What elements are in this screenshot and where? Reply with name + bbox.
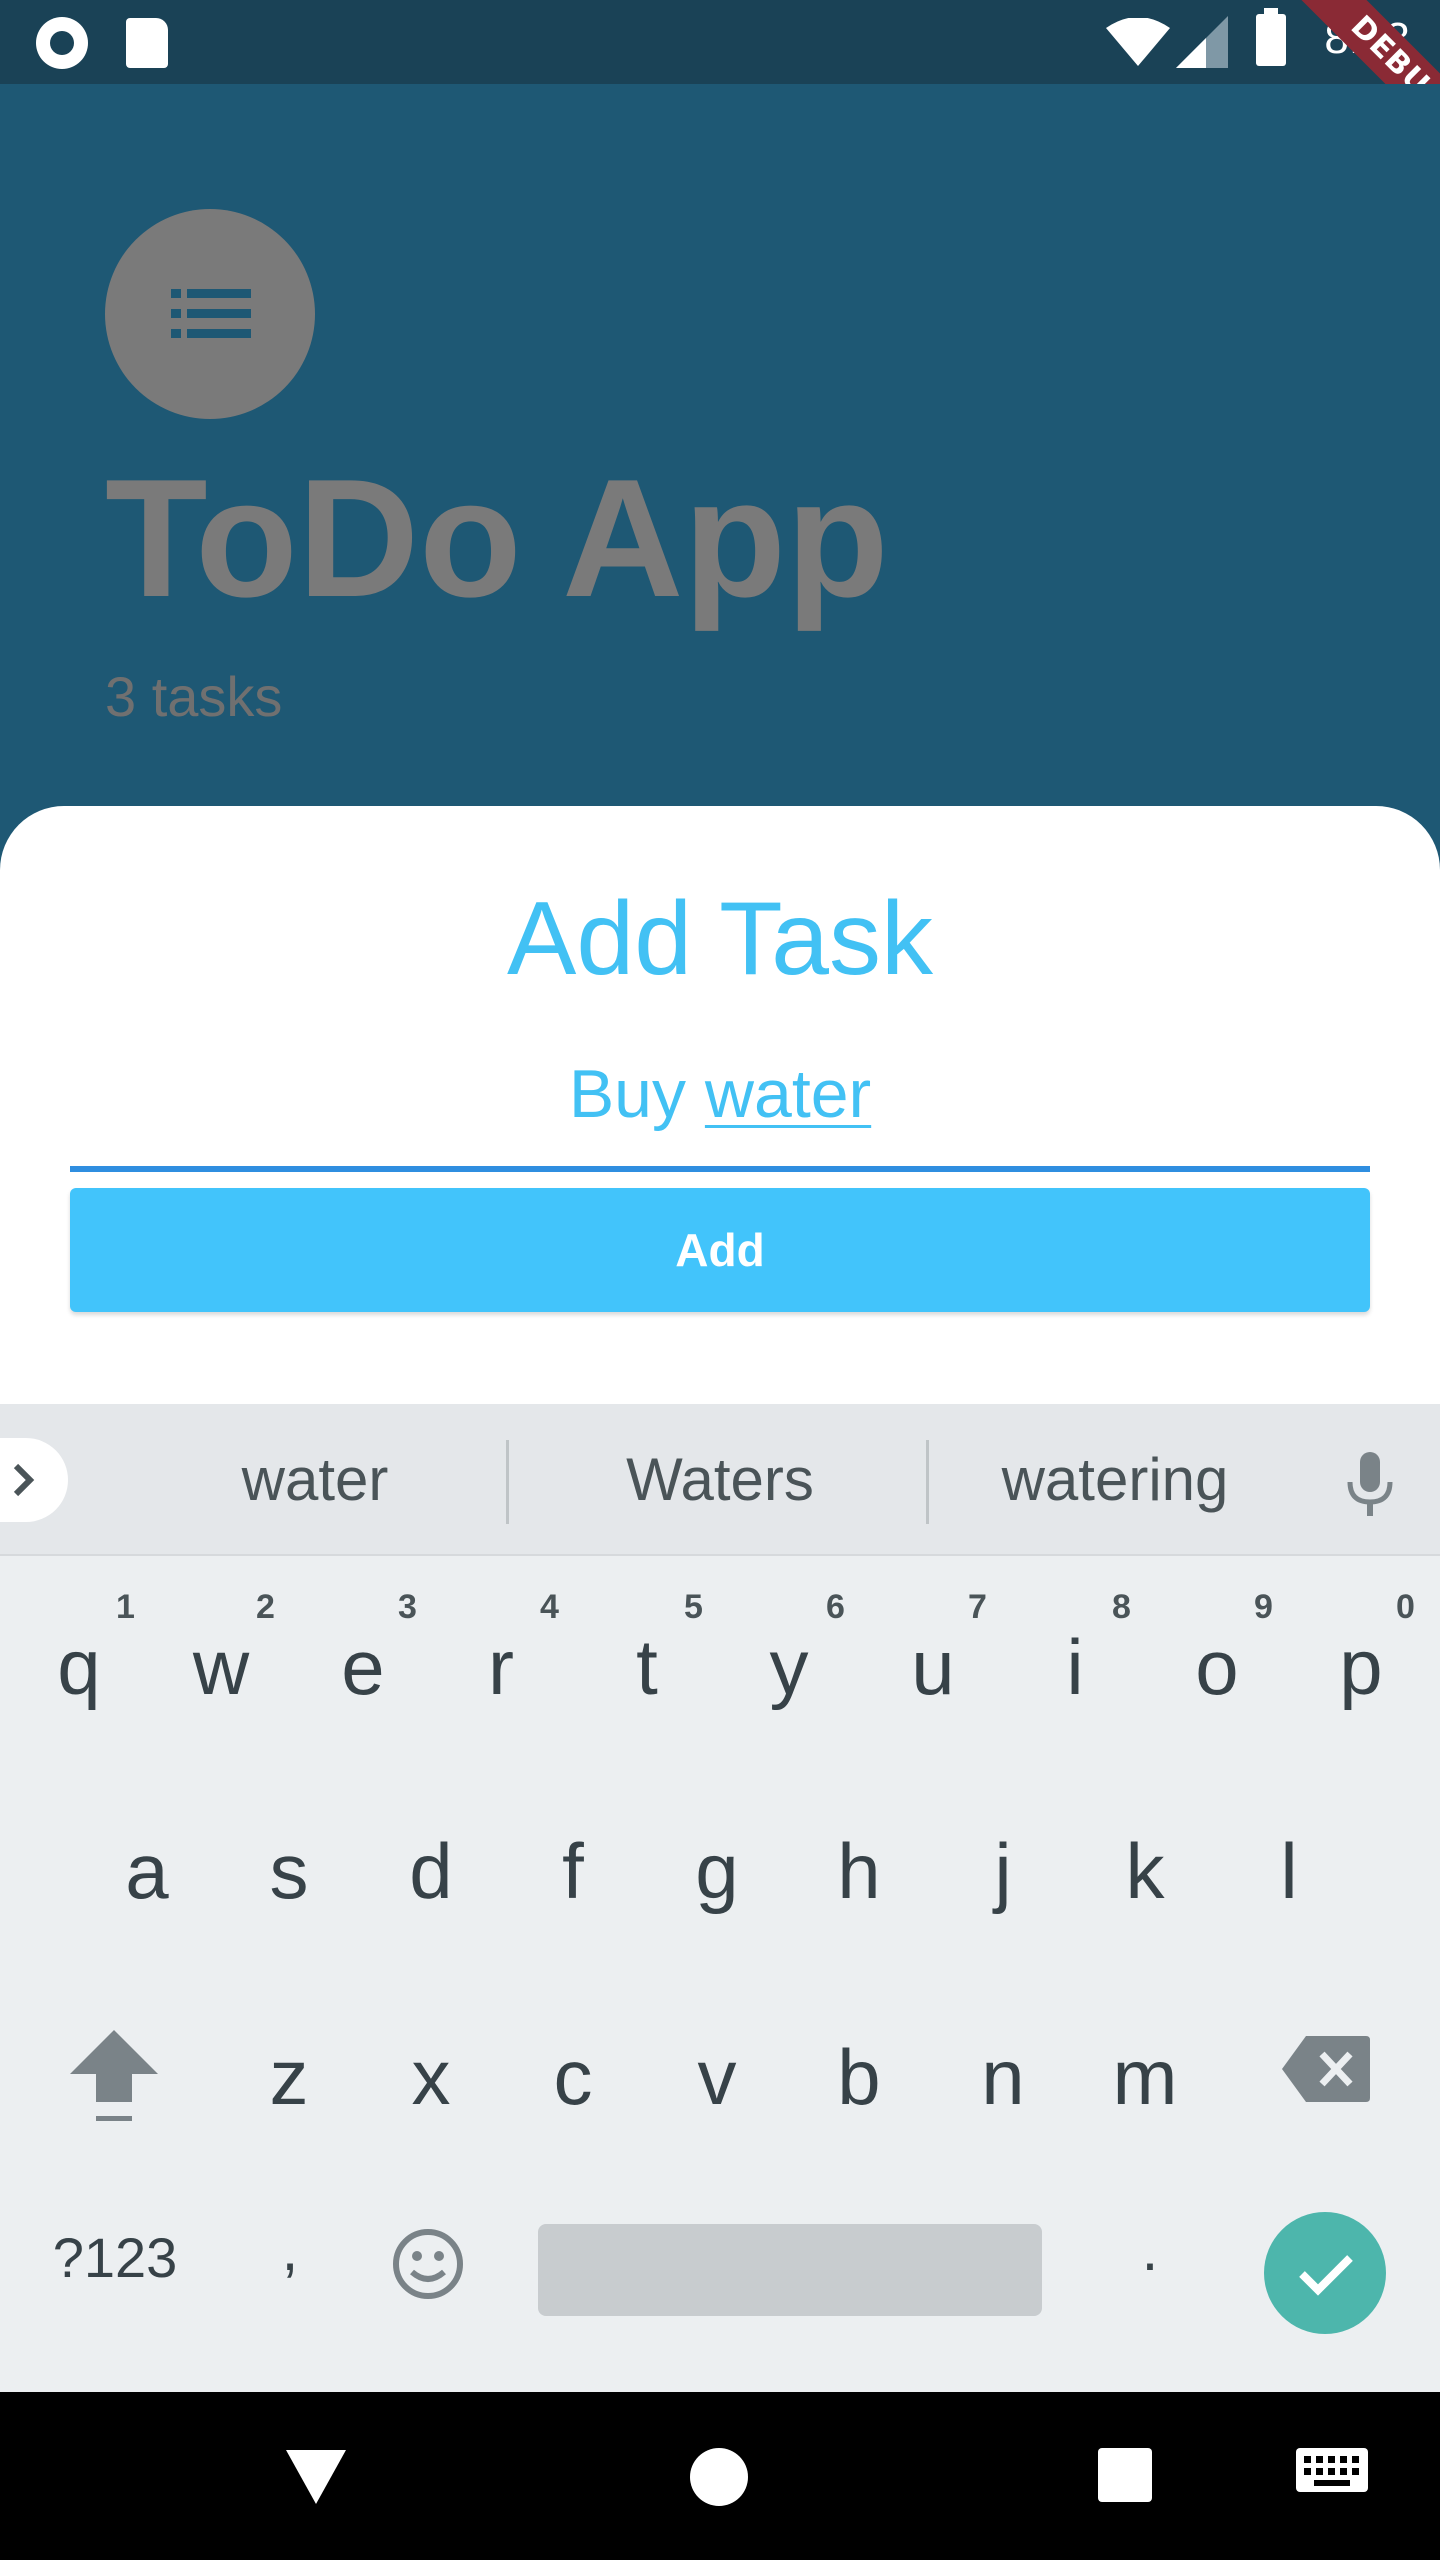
suggestion-1[interactable]: water <box>110 1404 520 1556</box>
soft-keyboard: water Waters watering q 1 w 2 e 3 r 4 t … <box>0 1404 1440 2392</box>
key-r-hint: 4 <box>540 1588 559 1626</box>
microphone-icon[interactable] <box>1344 1452 1396 1518</box>
expand-suggestions-button[interactable] <box>0 1438 68 1522</box>
key-i-label: i <box>1066 1623 1084 1711</box>
key-t-label: t <box>636 1623 658 1711</box>
key-z[interactable]: z <box>218 1982 360 2172</box>
comma-key[interactable]: , <box>240 2180 340 2320</box>
back-icon[interactable] <box>286 2450 346 2506</box>
key-w-hint: 2 <box>256 1588 275 1626</box>
key-x[interactable]: x <box>360 1982 502 2172</box>
key-f[interactable]: f <box>502 1776 644 1966</box>
sheet-title: Add Task <box>507 881 933 997</box>
suggestion-3[interactable]: watering <box>930 1404 1300 1556</box>
keyboard-switch-icon[interactable] <box>1296 2448 1368 2498</box>
key-i-hint: 8 <box>1112 1588 1131 1626</box>
record-icon <box>36 17 88 69</box>
key-j[interactable]: j <box>932 1776 1074 1966</box>
input-underline <box>70 1166 1370 1172</box>
key-p-label: p <box>1339 1623 1383 1711</box>
suggestion-divider <box>926 1440 929 1524</box>
key-v[interactable]: v <box>646 1982 788 2172</box>
key-h[interactable]: h <box>788 1776 930 1966</box>
shift-icon[interactable] <box>66 2026 162 2126</box>
recents-icon[interactable] <box>1098 2448 1152 2502</box>
key-g[interactable]: g <box>646 1776 788 1966</box>
key-p-hint: 0 <box>1396 1588 1415 1626</box>
battery-icon <box>1256 8 1286 66</box>
add-task-sheet: Add Task Buy water Add <box>0 806 1440 1406</box>
suggestion-bar: water Waters watering <box>0 1404 1440 1556</box>
key-q-hint: 1 <box>116 1588 135 1626</box>
checkmark-icon <box>1299 2255 1353 2296</box>
key-s[interactable]: s <box>218 1776 360 1966</box>
key-n[interactable]: n <box>932 1982 1074 2172</box>
key-y-label: y <box>769 1623 809 1711</box>
navigation-bar <box>0 2392 1440 2560</box>
key-o-hint: 9 <box>1254 1588 1273 1626</box>
key-u-label: u <box>911 1623 955 1711</box>
key-c[interactable]: c <box>502 1982 644 2172</box>
key-q-label: q <box>57 1623 101 1711</box>
key-t-hint: 5 <box>684 1588 703 1626</box>
symbols-key[interactable]: ?123 <box>20 2188 210 2328</box>
suggestion-2[interactable]: Waters <box>510 1404 930 1556</box>
chevron-right-icon <box>13 1463 35 1497</box>
emoji-icon[interactable] <box>392 2228 464 2300</box>
key-b[interactable]: b <box>788 1982 930 2172</box>
enter-key[interactable] <box>1264 2212 1386 2334</box>
task-input-prefix: Buy <box>568 1056 705 1132</box>
key-k[interactable]: k <box>1074 1776 1216 1966</box>
key-e-hint: 3 <box>398 1588 417 1626</box>
key-l[interactable]: l <box>1218 1776 1360 1966</box>
wifi-icon <box>1106 18 1170 66</box>
key-w-label: w <box>192 1623 250 1711</box>
task-input-field[interactable]: Buy water <box>70 1020 1370 1172</box>
add-button[interactable]: Add <box>70 1188 1370 1312</box>
key-d[interactable]: d <box>360 1776 502 1966</box>
key-a[interactable]: a <box>76 1776 218 1966</box>
task-count: 3 tasks <box>105 665 283 728</box>
key-m[interactable]: m <box>1074 1982 1216 2172</box>
app-header: ToDo App 3 tasks <box>0 84 1440 810</box>
sd-card-icon <box>126 18 168 68</box>
app-title: ToDo App <box>105 444 889 632</box>
key-y-hint: 6 <box>826 1588 845 1626</box>
backspace-icon[interactable] <box>1282 2036 1370 2102</box>
task-input[interactable]: Buy water <box>70 1020 1370 1168</box>
key-o-label: o <box>1195 1623 1239 1711</box>
home-icon[interactable] <box>690 2448 748 2506</box>
suggestion-divider <box>506 1440 509 1524</box>
signal-icon <box>1176 16 1228 68</box>
avatar <box>105 209 315 419</box>
status-bar: 8:43 <box>0 0 1440 84</box>
key-r-label: r <box>488 1623 514 1711</box>
period-key[interactable]: . <box>1100 2180 1200 2320</box>
key-u-hint: 7 <box>968 1588 987 1626</box>
task-input-composing-word: water <box>704 1056 872 1132</box>
space-key[interactable] <box>538 2224 1042 2316</box>
key-e-label: e <box>341 1623 385 1711</box>
list-icon <box>171 289 251 338</box>
